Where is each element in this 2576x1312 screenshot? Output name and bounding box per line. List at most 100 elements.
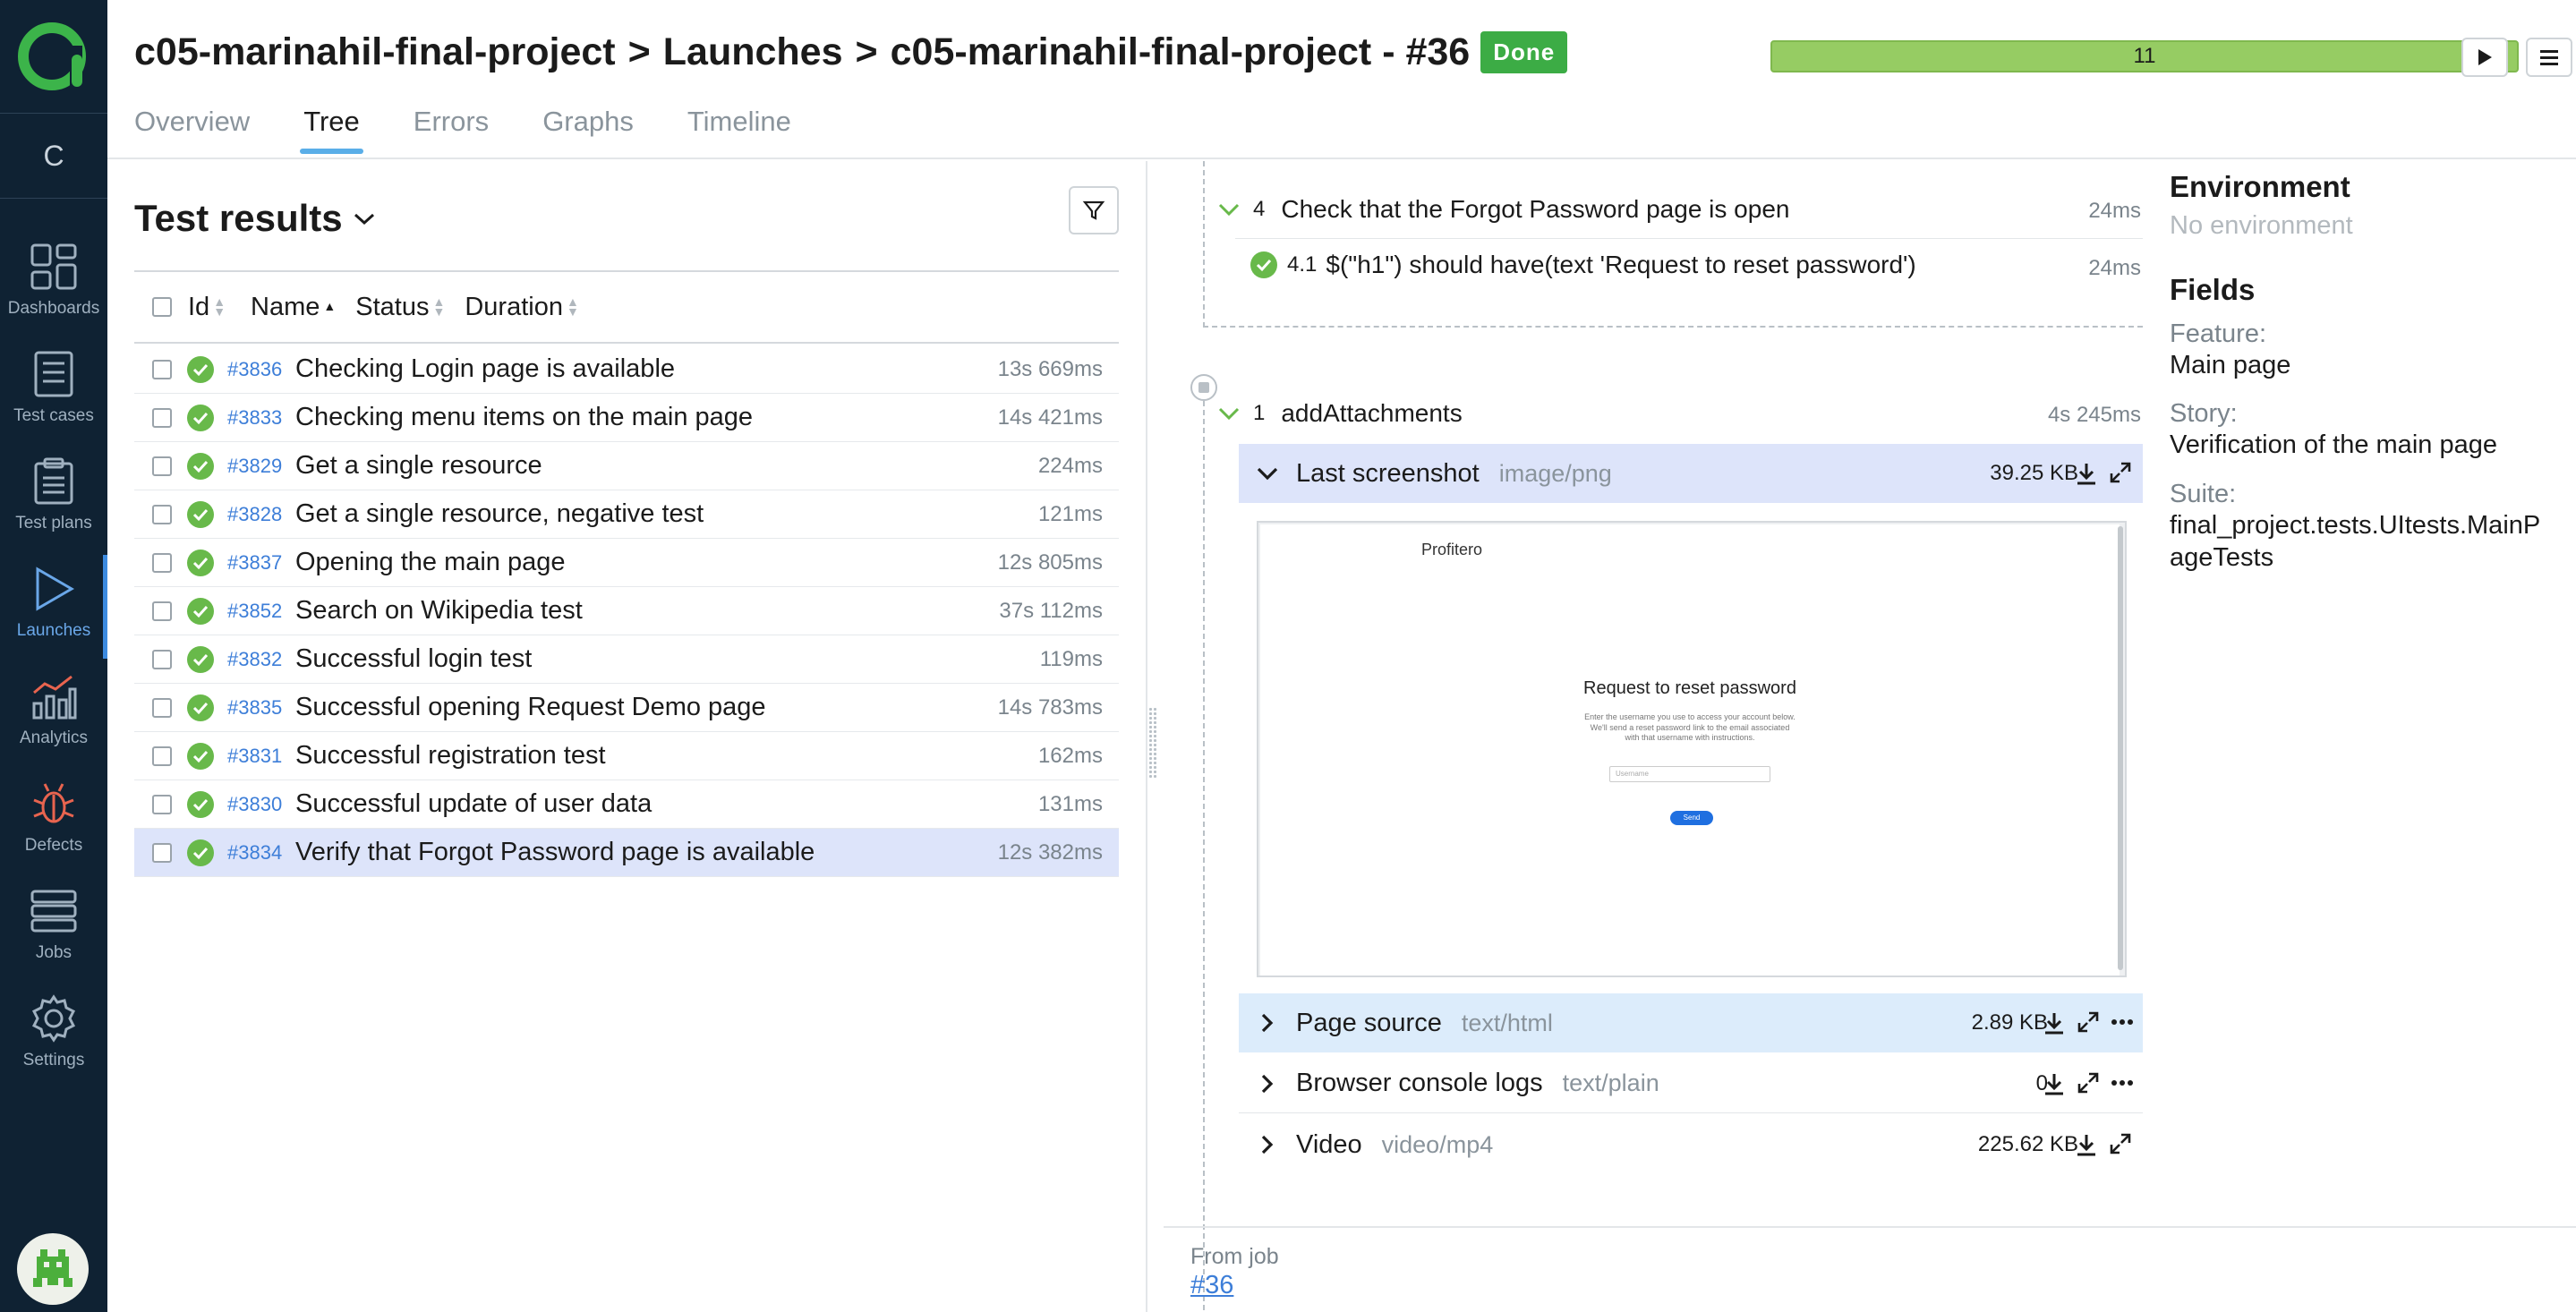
test-duration: 119ms — [1039, 646, 1103, 671]
sidebar-item-test-plans[interactable]: Test plans — [0, 447, 107, 551]
attachment-last-screenshot[interactable]: Last screenshot image/png 39.25 KB — [1239, 444, 2143, 503]
allure-logo[interactable] — [0, 0, 107, 114]
test-id[interactable]: #3834 — [227, 841, 295, 865]
column-status[interactable]: Status ▲ ▼ — [355, 293, 445, 322]
field-label: Story: — [2170, 399, 2238, 429]
row-checkbox[interactable] — [152, 745, 172, 766]
sidebar-item-launches[interactable]: Launches — [0, 555, 107, 659]
table-row[interactable]: #3837 Opening the main page 12s 805ms — [134, 539, 1119, 587]
row-checkbox[interactable] — [152, 359, 172, 379]
screenshot-preview[interactable]: Profitero Request to reset password Ente… — [1257, 521, 2127, 977]
test-results-list: #3836 Checking Login page is available 13s… — [134, 345, 1119, 877]
table-row[interactable]: #3834 Verify that Forgot Password page is… — [134, 829, 1119, 877]
select-all-checkbox[interactable] — [152, 297, 172, 317]
breadcrumb-launches[interactable]: Launches — [663, 30, 843, 74]
resize-handle[interactable] — [1148, 707, 1157, 779]
download-icon[interactable] — [2043, 1071, 2066, 1096]
tab-timeline[interactable]: Timeline — [687, 106, 791, 152]
field-value: Main page — [2170, 351, 2291, 379]
attachment-browser-console-logs[interactable]: Browser console logs text/plain 0 — [1239, 1054, 2143, 1113]
column-name[interactable]: Name ▲ — [251, 293, 336, 322]
table-row[interactable]: #3831 Successful registration test 162ms — [134, 732, 1119, 780]
table-row[interactable]: #3833 Checking menu items on the main pag… — [134, 394, 1119, 442]
test-id[interactable]: #3836 — [227, 358, 295, 381]
sidebar-item-jobs[interactable]: Jobs — [0, 877, 107, 981]
tab-graphs[interactable]: Graphs — [542, 106, 634, 152]
filter-button[interactable] — [1069, 186, 1119, 234]
breadcrumb: c05-marinahil-final-project > Launches >… — [134, 30, 1568, 74]
row-checkbox[interactable] — [152, 842, 172, 863]
breadcrumb-project[interactable]: c05-marinahil-final-project — [134, 30, 616, 74]
row-checkbox[interactable] — [152, 649, 172, 669]
step-add-attachments[interactable]: 1 addAttachments — [1217, 399, 1463, 428]
sidebar: C Dashboards Test cases Test plans Launc… — [0, 0, 107, 1312]
row-checkbox[interactable] — [152, 601, 172, 621]
sidebar-item-defects[interactable]: Defects — [0, 770, 107, 873]
step-separator — [1235, 238, 2143, 239]
passed-icon — [187, 742, 214, 770]
test-id[interactable]: #3831 — [227, 745, 295, 768]
test-id[interactable]: #3830 — [227, 793, 295, 816]
test-id[interactable]: #3852 — [227, 600, 295, 623]
sidebar-item-analytics[interactable]: Analytics — [0, 662, 107, 766]
test-name: Verify that Forgot Password page is avai… — [295, 838, 815, 866]
test-id[interactable]: #3829 — [227, 455, 295, 478]
menu-button[interactable] — [2526, 38, 2572, 77]
sidebar-item-dashboards[interactable]: Dashboards — [0, 233, 107, 337]
expand-icon[interactable] — [2109, 1132, 2132, 1155]
sidebar-item-settings[interactable]: Settings — [0, 984, 107, 1088]
test-id[interactable]: #3835 — [227, 696, 295, 720]
more-icon[interactable] — [2111, 1071, 2134, 1095]
row-checkbox[interactable] — [152, 407, 172, 428]
attachment-title: Video — [1296, 1129, 1362, 1159]
expand-icon[interactable] — [2077, 1071, 2100, 1095]
test-duration: 14s 783ms — [997, 694, 1103, 720]
expand-icon[interactable] — [2077, 1010, 2100, 1034]
table-row[interactable]: #3832 Successful login test 119ms — [134, 635, 1119, 684]
step-4-1[interactable]: 4.1 $("h1") should have(text 'Request to… — [1250, 251, 1916, 279]
test-results-title[interactable]: Test results — [134, 197, 377, 240]
table-row[interactable]: #3852 Search on Wikipedia test 37s 112ms — [134, 587, 1119, 635]
column-duration[interactable]: Duration ▲ ▼ — [465, 293, 578, 322]
attachment-mime: image/png — [1498, 459, 1612, 487]
play-button[interactable] — [2461, 38, 2508, 77]
download-icon[interactable] — [2075, 461, 2098, 486]
preview-scrollbar[interactable] — [2118, 526, 2123, 970]
steps-group — [1203, 161, 2143, 328]
table-row[interactable]: #3829 Get a single resource 224ms — [134, 442, 1119, 490]
test-duration: 12s 805ms — [997, 550, 1103, 575]
tab-errors[interactable]: Errors — [414, 106, 489, 152]
row-checkbox[interactable] — [152, 697, 172, 718]
test-duration: 131ms — [1037, 791, 1103, 816]
tab-overview[interactable]: Overview — [134, 106, 250, 152]
step-4[interactable]: 4 Check that the Forgot Password page is… — [1217, 195, 1789, 224]
test-id[interactable]: #3828 — [227, 503, 295, 526]
row-checkbox[interactable] — [152, 456, 172, 476]
test-name: Successful opening Request Demo page — [295, 693, 766, 721]
avatar[interactable] — [17, 1233, 89, 1305]
job-link[interactable]: #36 — [1190, 1271, 1233, 1300]
row-checkbox[interactable] — [152, 794, 172, 814]
download-icon[interactable] — [2043, 1010, 2066, 1035]
column-id[interactable]: Id ▲ ▼ — [188, 293, 226, 322]
environment-title: Environment — [2170, 170, 2350, 203]
attachment-page-source[interactable]: Page source text/html 2.89 KB — [1239, 993, 2143, 1052]
table-row[interactable]: #3828 Get a single resource, negative tes… — [134, 490, 1119, 539]
test-id[interactable]: #3832 — [227, 648, 295, 671]
table-row[interactable]: #3836 Checking Login page is available 13s… — [134, 345, 1119, 394]
project-switcher[interactable]: C — [0, 115, 107, 199]
expand-icon[interactable] — [2109, 461, 2132, 484]
more-icon[interactable] — [2111, 1010, 2134, 1034]
row-checkbox[interactable] — [152, 552, 172, 573]
test-duration: 14s 421ms — [997, 405, 1103, 430]
table-row[interactable]: #3830 Successful update of user data 131ms — [134, 780, 1119, 829]
tab-tree[interactable]: Tree — [300, 106, 363, 154]
table-row[interactable]: #3835 Successful opening Request Demo pag… — [134, 684, 1119, 732]
attachment-video[interactable]: Video video/mp4 225.62 KB — [1239, 1115, 2143, 1174]
test-id[interactable]: #3833 — [227, 406, 295, 430]
sidebar-item-test-cases[interactable]: Test cases — [0, 340, 107, 444]
download-icon[interactable] — [2075, 1132, 2098, 1157]
row-checkbox[interactable] — [152, 504, 172, 524]
test-name: Get a single resource — [295, 451, 542, 480]
test-id[interactable]: #3837 — [227, 551, 295, 575]
